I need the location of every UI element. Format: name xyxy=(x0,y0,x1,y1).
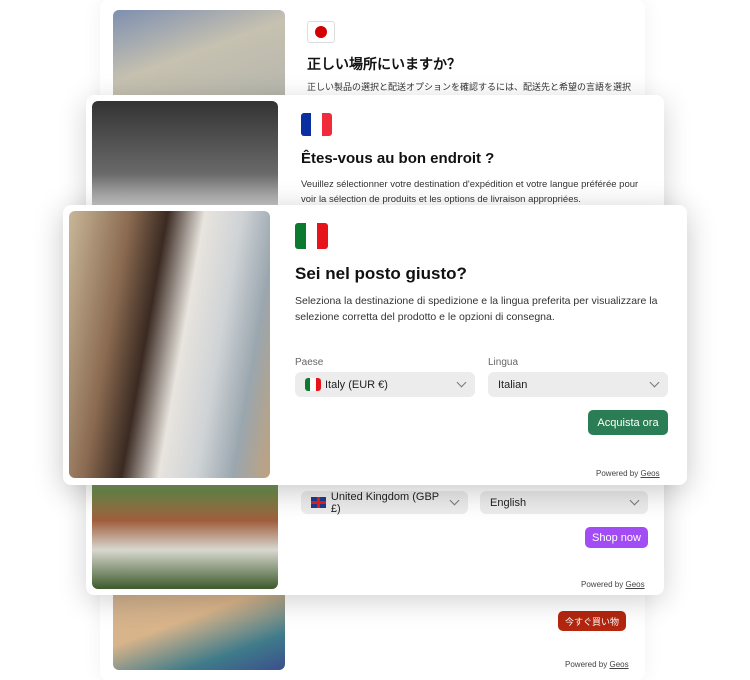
jp-title: 正しい場所にいますか？ xyxy=(307,56,461,72)
language-value: Italian xyxy=(498,378,528,391)
fr-country-select[interactable]: United Kingdom (GBP £) xyxy=(301,490,468,515)
it-description: Seleziona la destinazione di spedizione … xyxy=(295,295,658,323)
jp-description: 正しい製品の選択と配送オプションを確認するには、配送先と希望の言語を選択 xyxy=(307,82,632,92)
fr-description: Veuillez sélectionner votre destination … xyxy=(301,179,639,205)
chevron-down-icon xyxy=(456,377,467,388)
it-buy-now-button[interactable]: Acquista ora xyxy=(588,410,668,435)
it-title: Sei nel posto giusto? xyxy=(295,264,467,283)
fr-shop-now-button[interactable]: Shop now xyxy=(585,527,648,548)
country-label: Paese xyxy=(295,357,324,368)
language-value: English xyxy=(490,496,527,509)
uk-flag-icon xyxy=(311,497,326,508)
powered-by-text: Powered by xyxy=(565,660,608,669)
fr-powered-by[interactable]: Powered by Geos xyxy=(581,580,645,589)
fr-language-select[interactable]: English xyxy=(480,491,648,514)
geos-link[interactable]: Geos xyxy=(625,580,644,589)
powered-by-text: Powered by xyxy=(596,469,639,478)
jp-powered-by[interactable]: Powered by Geos xyxy=(565,660,629,669)
country-value: United Kingdom (GBP £) xyxy=(330,490,439,515)
powered-by-text: Powered by xyxy=(581,580,624,589)
it-flag-icon xyxy=(295,223,328,249)
country-value: Italy (EUR €) xyxy=(325,378,388,391)
it-product-image xyxy=(69,211,270,478)
fr-flag-icon xyxy=(301,113,332,136)
it-powered-by[interactable]: Powered by Geos xyxy=(596,469,660,478)
it-country-select[interactable]: Italy (EUR €) xyxy=(295,372,475,397)
it-flag-small-icon xyxy=(305,378,321,391)
it-modal: Sei nel posto giusto? Seleziona la desti… xyxy=(63,205,687,485)
jp-shop-now-button[interactable]: 今すぐ買い物 xyxy=(558,611,626,631)
fr-title: Êtes-vous au bon endroit ? xyxy=(301,150,495,167)
chevron-down-icon xyxy=(649,377,660,388)
geos-link[interactable]: Geos xyxy=(609,660,628,669)
chevron-down-icon xyxy=(449,495,460,506)
chevron-down-icon xyxy=(629,495,640,506)
jp-flag-icon xyxy=(307,21,335,43)
language-label: Lingua xyxy=(488,357,519,368)
geos-link[interactable]: Geos xyxy=(640,469,659,478)
it-language-select[interactable]: Italian xyxy=(488,372,668,397)
